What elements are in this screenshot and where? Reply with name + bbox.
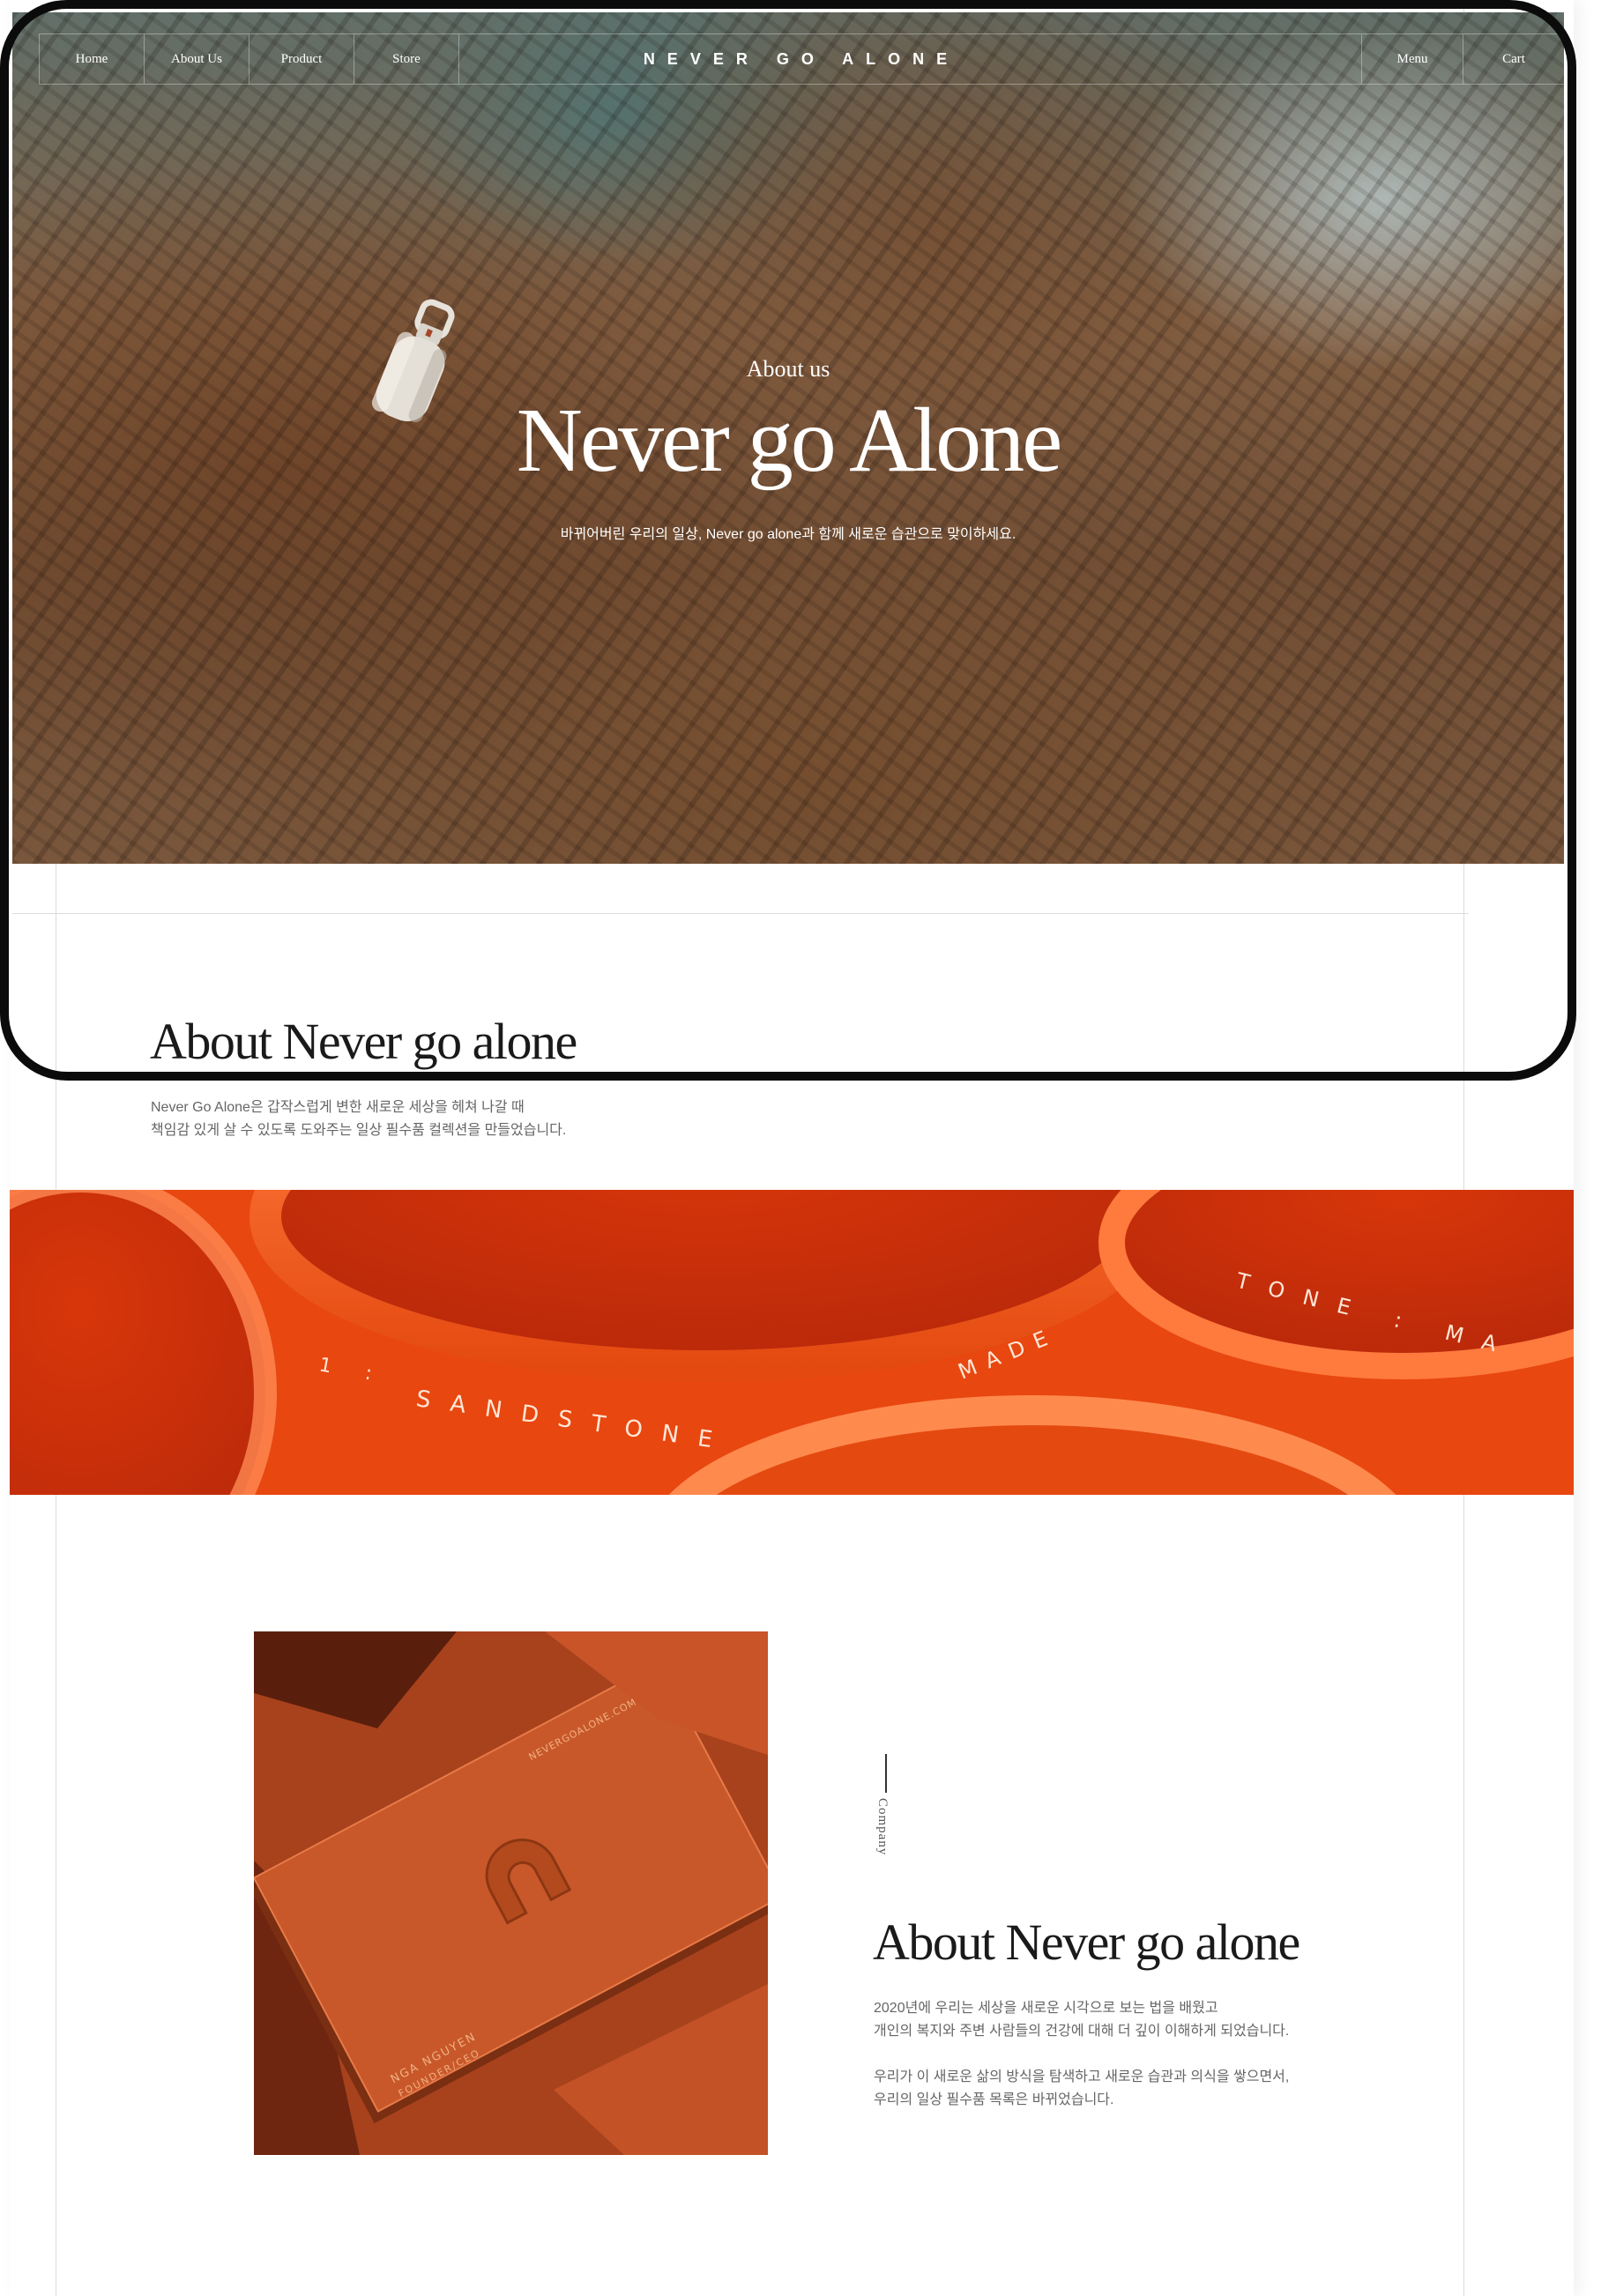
hero-title: Never go Alone [516, 390, 1062, 491]
company-line: 개인의 복지와 주변 사람들의 건강에 대해 더 깊이 이해하게 되었습니다. [874, 2024, 1290, 2039]
nav-cart[interactable]: Cart [1463, 34, 1564, 84]
company-title: About Never go alone [873, 1913, 1300, 1971]
hero-banner: Home About Us Product Store NEVER GO ALO… [12, 12, 1564, 864]
section-divider [12, 913, 1469, 914]
orange-cups-image: SANDSTONE MADE TONE : MA 1 : [10, 1190, 1574, 1495]
company-paragraph-1: 2020년에 우리는 세상을 새로운 시각으로 보는 법을 배웠고 개인의 복지… [874, 1997, 1289, 2043]
company-label: Company [875, 1798, 890, 1856]
about-description: Never Go Alone은 갑작스럽게 변한 새로운 세상을 헤쳐 나갈 때… [151, 1096, 566, 1142]
company-marker-line [885, 1754, 887, 1793]
hero-description: 바뀌어버린 우리의 일상, Never go alone과 함께 새로운 습관으… [560, 527, 1016, 542]
business-cards-illustration: NGA NGUYEN FOUNDER/CEO NEVERGOALONE.COM [254, 1631, 768, 2155]
nav-menu[interactable]: Menu [1361, 34, 1463, 84]
company-line: 우리가 이 새로운 삶의 방식을 탐색하고 새로운 습관과 의식을 쌓으면서, [874, 2069, 1290, 2084]
about-line: 책임감 있게 살 수 있도록 도와주는 일상 필수품 컬렉션을 만들었습니다. [151, 1123, 567, 1138]
cups-illustration: SANDSTONE MADE TONE : MA 1 : [10, 1190, 1574, 1495]
about-title: About Never go alone [150, 1013, 577, 1070]
company-line: 우리의 일상 필수품 목록은 바뀌었습니다. [874, 2092, 1114, 2107]
company-paragraph-2: 우리가 이 새로운 삶의 방식을 탐색하고 새로운 습관과 의식을 쌓으면서, … [874, 2066, 1289, 2112]
brand-logo[interactable]: NEVER GO ALONE [39, 34, 1564, 84]
top-navigation: Home About Us Product Store NEVER GO ALO… [39, 33, 1564, 85]
nav-right-group: Menu Cart [1361, 34, 1564, 84]
about-line: Never Go Alone은 갑작스럽게 변한 새로운 세상을 헤쳐 나갈 때 [151, 1100, 525, 1115]
hero-text-block: About us Never go Alone 바뀌어버린 우리의 일상, Ne… [12, 356, 1564, 543]
hero-subtitle: About us [746, 356, 830, 382]
company-line: 2020년에 우리는 세상을 새로운 시각으로 보는 법을 배웠고 [874, 2001, 1218, 2016]
business-card-image: NGA NGUYEN FOUNDER/CEO NEVERGOALONE.COM [254, 1631, 768, 2155]
